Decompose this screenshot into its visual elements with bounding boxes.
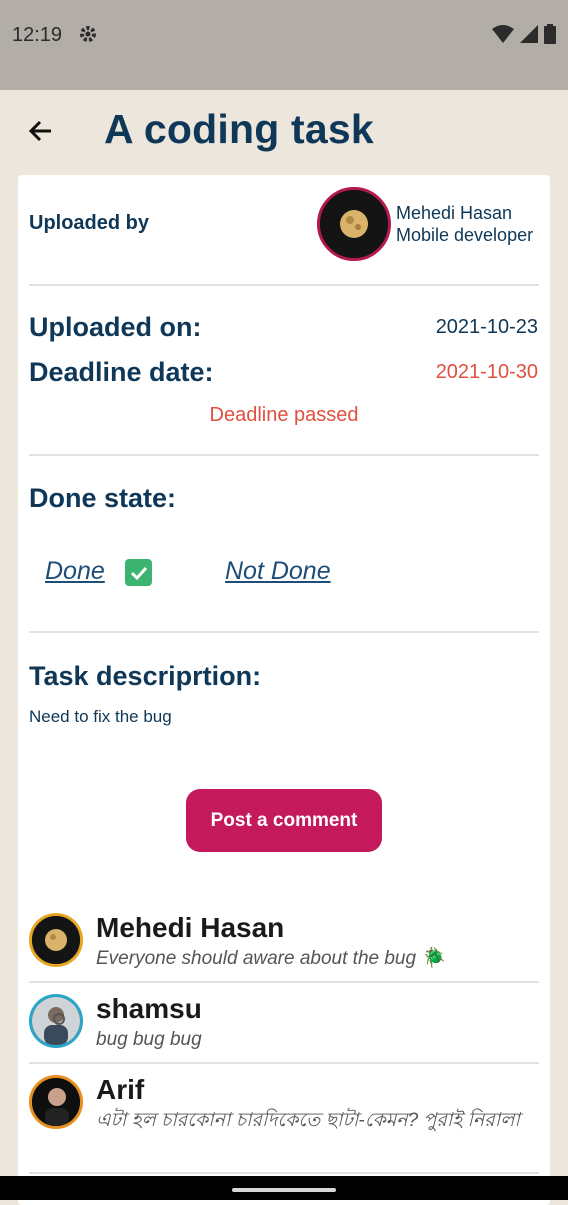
- wifi-icon: [492, 25, 514, 48]
- comment-text: Everyone should aware about the bug 🪲: [96, 948, 445, 969]
- task-card: Uploaded by Mehedi Hasan Mobile develope…: [18, 175, 550, 1205]
- uploaded-on-label: Uploaded on:: [29, 312, 202, 342]
- comment-author: Arif: [96, 1074, 145, 1105]
- gear-icon: [78, 24, 98, 49]
- divider: [29, 454, 539, 456]
- deadline-status: Deadline passed: [209, 404, 359, 426]
- deadline-date: 2021-10-30: [435, 361, 538, 383]
- divider: [29, 631, 539, 633]
- post-comment-button[interactable]: Post a comment: [186, 789, 382, 852]
- divider: [29, 1062, 539, 1064]
- divider: [29, 284, 539, 286]
- navigation-bar: [0, 1176, 568, 1200]
- uploaded-by-label: Uploaded by: [29, 212, 150, 234]
- uploader-role: Mobile developer: [396, 225, 534, 245]
- status-bar: 12:19: [0, 0, 568, 90]
- comment-author: Mehedi Hasan: [96, 912, 285, 943]
- list-item[interactable]: Arif এটা হল চারকোনা চারদিকেতে ছাটা-কেমন?…: [18, 1072, 550, 1172]
- not-done-option[interactable]: Not Done: [225, 557, 331, 586]
- check-icon[interactable]: [125, 559, 152, 586]
- arrow-left-icon[interactable]: [26, 116, 56, 146]
- uploaded-on-date: 2021-10-23: [435, 316, 538, 338]
- app-bar: A coding task: [0, 90, 568, 175]
- battery-icon: [544, 24, 556, 49]
- uploader-name: Mehedi Hasan: [396, 203, 513, 223]
- signal-icon: [520, 25, 538, 48]
- avatar[interactable]: [317, 187, 391, 261]
- status-icons: [492, 24, 556, 49]
- comment-text: bug bug bug: [96, 1029, 202, 1050]
- comment-text: এটা হল চারকোনা চারদিকেতে ছাটা-কেমন? পুরা…: [96, 1110, 520, 1131]
- task-description: Need to fix the bug: [29, 707, 172, 726]
- list-item[interactable]: Mehedi Hasan Everyone should aware about…: [18, 910, 550, 982]
- divider: [29, 981, 539, 983]
- comment-author: shamsu: [96, 993, 202, 1024]
- avatar: [29, 913, 83, 967]
- list-item[interactable]: shamsu bug bug bug: [18, 991, 550, 1063]
- task-description-label: Task descriprtion:: [29, 661, 262, 691]
- avatar: [29, 1075, 83, 1129]
- page-title: A coding task: [104, 106, 374, 152]
- done-option[interactable]: Done: [45, 557, 105, 586]
- avatar: [29, 994, 83, 1048]
- deadline-label: Deadline date:: [29, 357, 214, 387]
- home-handle[interactable]: [232, 1188, 336, 1192]
- divider: [29, 1172, 539, 1174]
- done-state-label: Done state:: [29, 483, 177, 513]
- status-time: 12:19: [12, 24, 63, 46]
